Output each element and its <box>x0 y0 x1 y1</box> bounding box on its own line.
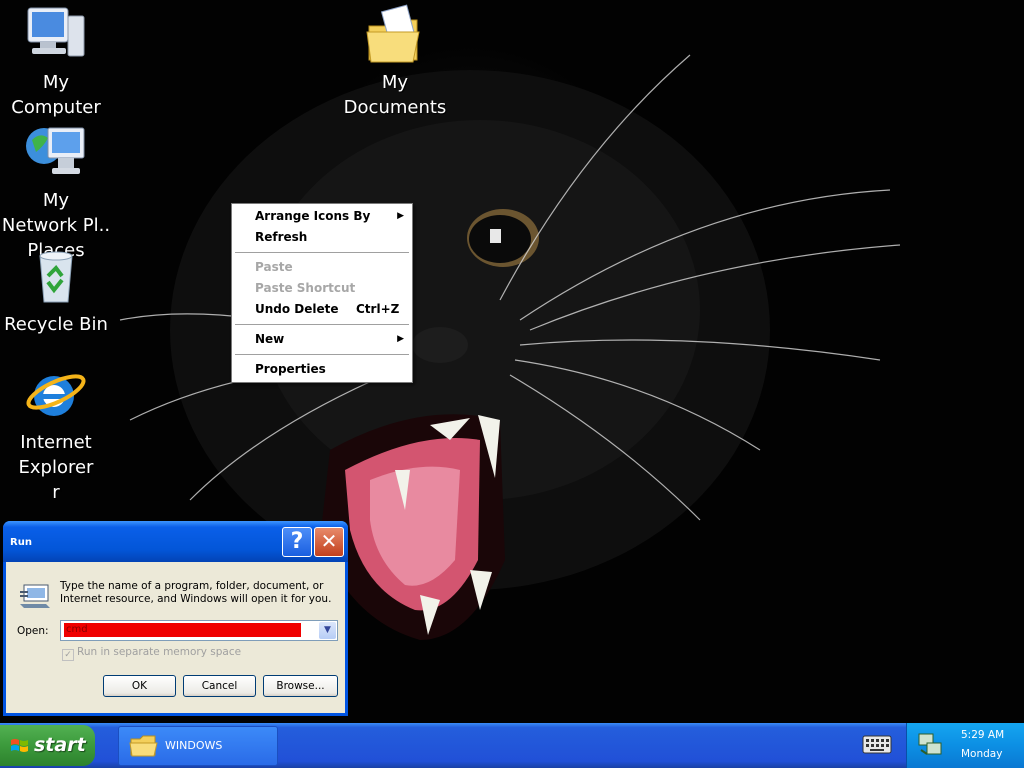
internet-explorer-label: Internet Explorer r <box>18 432 94 503</box>
menu-item-label: New <box>255 332 285 346</box>
clock-time[interactable]: 5:29 AM <box>961 729 1004 741</box>
menu-item-new[interactable]: New ▶ <box>232 329 412 349</box>
start-button[interactable]: start <box>0 725 95 766</box>
ok-button[interactable]: OK <box>103 675 176 697</box>
windows-flag-icon <box>11 739 28 752</box>
description-line: Type the name of a program, folder, docu… <box>60 580 324 592</box>
run-description: Type the name of a program, folder, docu… <box>60 580 331 606</box>
chevron-down-icon[interactable]: ▼ <box>319 622 336 639</box>
menu-item-label: Undo Delete <box>255 302 339 316</box>
start-label: start <box>34 734 86 756</box>
recycle-bin-graphic-icon <box>39 251 73 303</box>
open-input[interactable]: cmd <box>64 623 301 637</box>
menu-separator <box>235 252 409 253</box>
menu-item-paste: Paste <box>232 257 412 277</box>
taskbar-item-windows[interactable]: WINDOWS <box>118 726 278 766</box>
help-button[interactable]: ? <box>282 527 312 557</box>
system-tray: 5:29 AM Monday <box>906 723 1024 768</box>
menu-item-label: Properties <box>255 362 326 376</box>
separate-memory-checkbox: ✓ Run in separate memory space <box>62 646 241 661</box>
taskbar: start WINDOWS 5:29 AM Monday <box>0 723 1024 768</box>
menu-item-paste-shortcut: Paste Shortcut <box>232 278 412 298</box>
recycle-bin-icon[interactable]: Recycle Bin <box>0 246 112 337</box>
internet-explorer-icon[interactable]: Internet Explorer r <box>0 364 112 505</box>
open-combobox[interactable]: cmd ▼ <box>60 620 338 641</box>
folder-icon <box>129 735 158 757</box>
recycle-bin-label: Recycle Bin <box>4 314 108 335</box>
submenu-arrow-icon: ▶ <box>397 211 404 221</box>
description-line: Internet resource, and Windows will open… <box>60 593 332 605</box>
network-globe-icon <box>26 127 85 174</box>
run-dialog: Run ? ✕ Type the name of a program, fold… <box>3 521 348 716</box>
keyboard-icon[interactable] <box>862 733 892 755</box>
checkbox-label: Run in separate memory space <box>77 646 242 658</box>
run-program-icon <box>20 584 50 608</box>
my-documents-icon[interactable]: My Documents <box>339 4 451 120</box>
menu-separator <box>235 324 409 325</box>
run-dialog-body: Type the name of a program, folder, docu… <box>6 562 345 713</box>
menu-item-undo-delete[interactable]: Undo Delete Ctrl+Z <box>232 299 412 319</box>
open-label: Open: <box>17 625 49 637</box>
browse-button[interactable]: Browse... <box>263 675 338 697</box>
my-computer-label: My Computer <box>11 72 101 118</box>
submenu-arrow-icon: ▶ <box>397 334 404 344</box>
computer-icon <box>27 7 85 57</box>
menu-separator <box>235 354 409 355</box>
menu-item-properties[interactable]: Properties <box>232 359 412 379</box>
clock-day: Monday <box>961 748 1003 760</box>
network-connection-icon[interactable] <box>917 732 945 758</box>
menu-item-label: Paste Shortcut <box>255 281 356 295</box>
taskbar-item-label: WINDOWS <box>165 739 223 752</box>
menu-item-label: Paste <box>255 260 293 274</box>
my-network-places-icon[interactable]: My Network Pl.. Places <box>0 122 112 263</box>
desktop-context-menu: Arrange Icons By ▶ Refresh Paste Paste S… <box>231 203 413 383</box>
cancel-button[interactable]: Cancel <box>183 675 256 697</box>
run-dialog-titlebar[interactable]: Run ? ✕ <box>3 521 348 562</box>
menu-item-refresh[interactable]: Refresh <box>232 227 412 247</box>
menu-item-label: Arrange Icons By <box>255 209 371 223</box>
my-documents-label: My Documents <box>343 72 447 118</box>
desktop[interactable]: My Computer My Documents My Network Pl..… <box>0 0 1024 723</box>
close-button[interactable]: ✕ <box>314 527 344 557</box>
menu-item-arrange-icons-by[interactable]: Arrange Icons By ▶ <box>232 206 412 226</box>
menu-item-shortcut: Ctrl+Z <box>356 302 400 316</box>
folder-documents-icon <box>366 4 420 63</box>
ie-logo-icon <box>26 374 86 416</box>
menu-item-label: Refresh <box>255 230 308 244</box>
run-dialog-title: Run <box>10 537 32 548</box>
my-computer-icon[interactable]: My Computer <box>0 4 112 120</box>
checkmark-icon: ✓ <box>62 649 74 661</box>
